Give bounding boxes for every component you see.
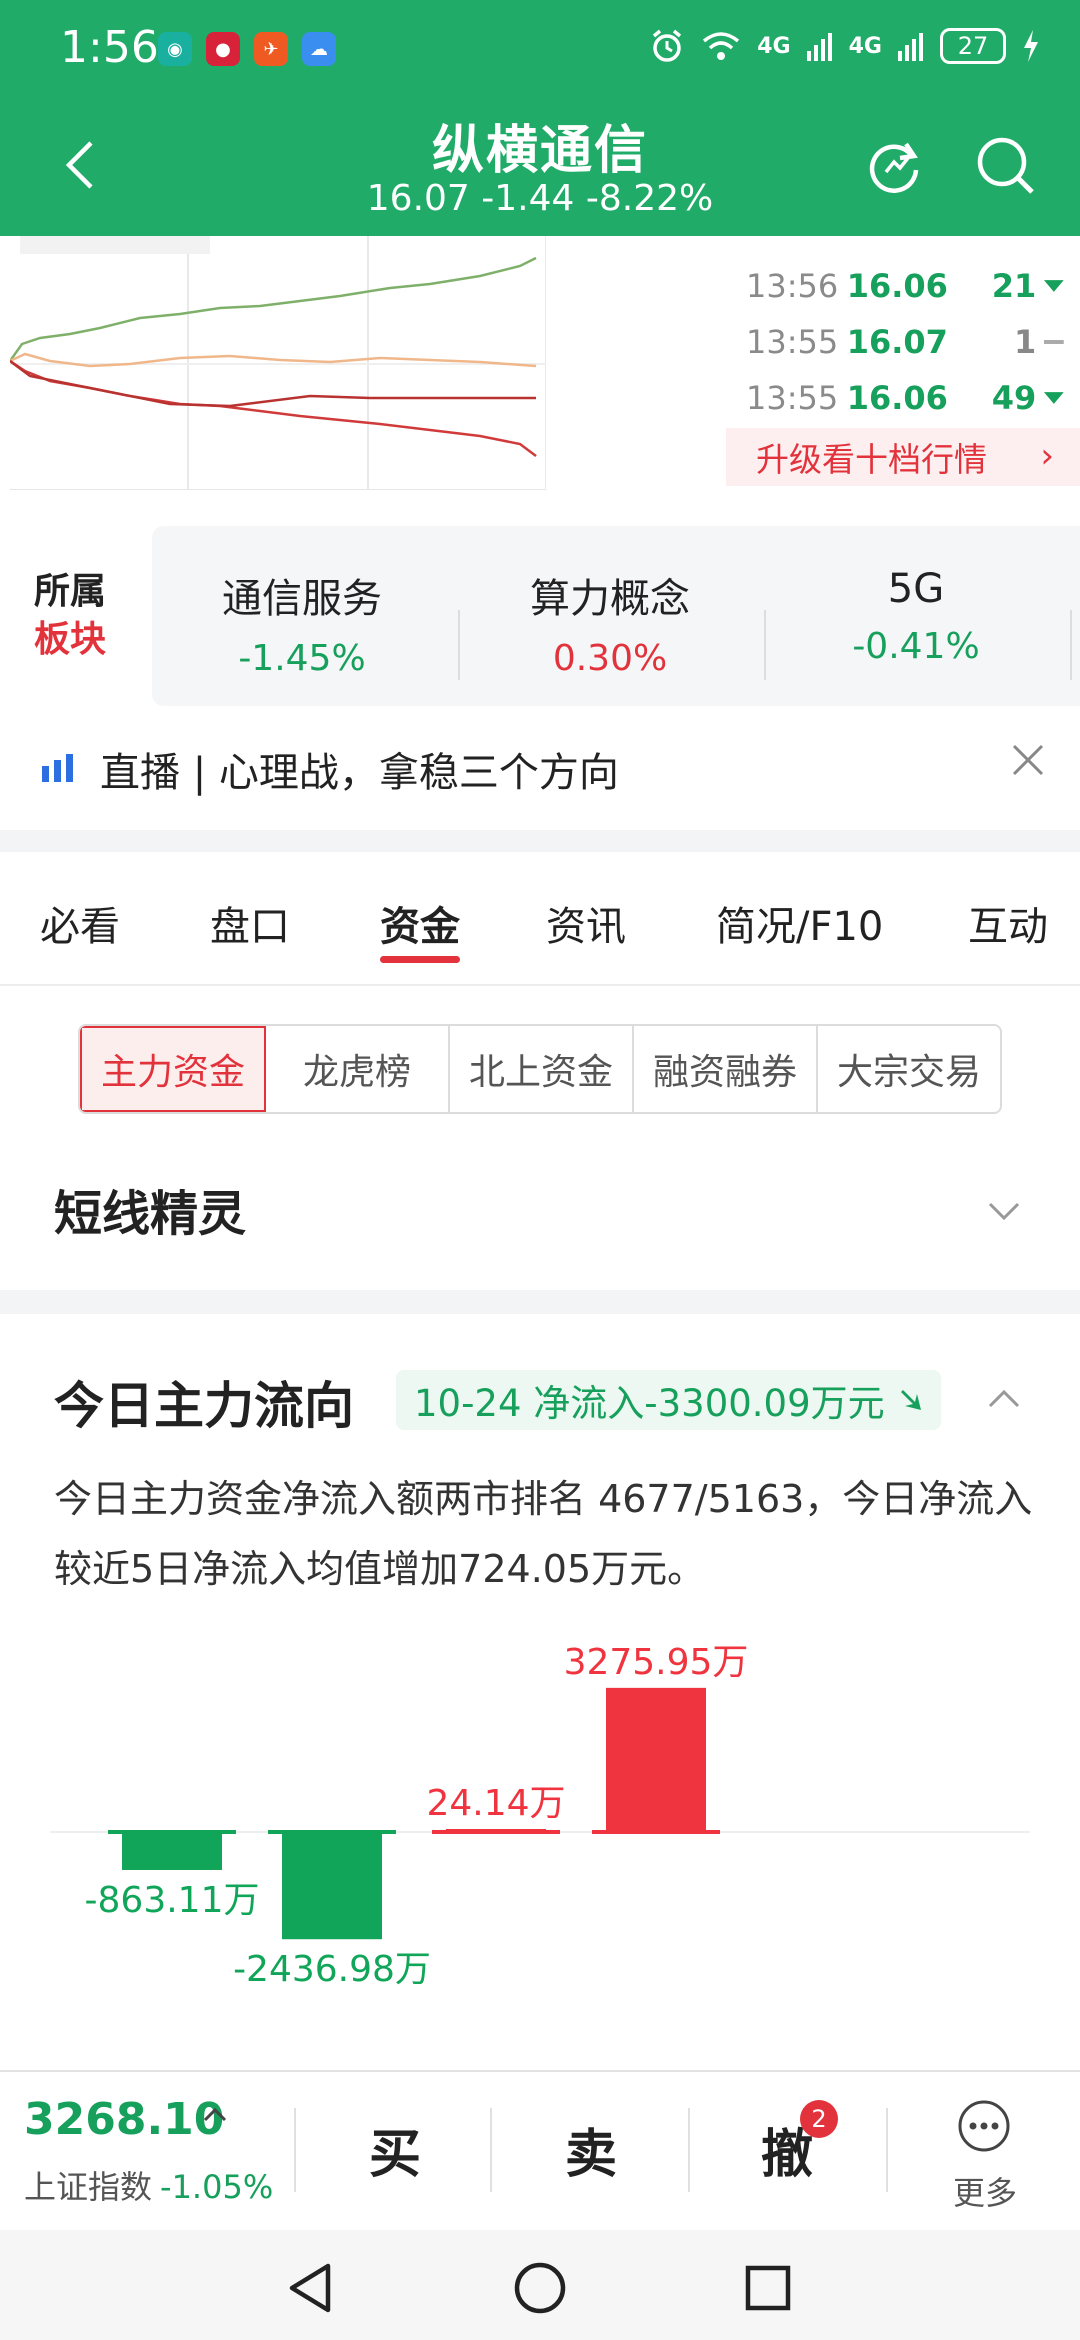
alarm-icon [653,29,682,62]
sector-item-telecom[interactable]: 通信服务 -1.45% [152,566,452,679]
down-triangle-icon [1044,280,1065,292]
tab-interact[interactable]: 互动 [968,894,1048,952]
signal-icon-1 [806,33,832,61]
flow-bar [282,1832,382,1940]
index-pct: -1.05% [160,2168,274,2206]
tick-row: 13:55 16.06 49 [746,370,1066,426]
cancel-order-button[interactable]: 撤 [692,2112,882,2187]
divider [294,2108,296,2192]
down-arrow-icon [900,1390,921,1410]
down-triangle-icon [1044,392,1065,404]
flow-bar [606,1687,706,1832]
nav-back-icon[interactable] [282,2258,342,2318]
sector-label: 所属 板块 [34,571,107,660]
main-tabs: 必看 盘口 资金 资讯 简况/F10 互动 [0,852,1080,986]
tab-order-book[interactable]: 盘口 [210,894,290,952]
subtab-northbound[interactable]: 北上资金 [450,1026,634,1112]
nav-home-icon[interactable] [510,2258,570,2318]
charging-icon [1024,30,1038,62]
bottom-trade-bar: 3268.10 上证指数 -1.05% 买 卖 撤 2 更多 [0,2070,1080,2230]
tab-funds[interactable]: 资金 [380,894,460,952]
main-flow-bar-chart: -863.11万 -2436.98万 24.14万 3275.95万 [50,1642,1030,1990]
fund-flow-mini-chart [10,236,546,490]
subtab-margin[interactable]: 融资融券 [634,1026,818,1112]
tab-must-see[interactable]: 必看 [40,894,120,952]
system-icons: 4G 4G 27 [649,28,1040,64]
close-icon[interactable] [1008,740,1048,780]
cancel-badge: 2 [800,2100,838,2138]
shortline-section[interactable]: 短线精灵 [0,1140,1080,1290]
intraday-section: 13:56 16.06 21 13:55 16.07 1 13:55 16.06… [0,236,1080,490]
tick-row: 13:56 16.06 21 [746,258,1066,314]
buy-button[interactable]: 买 [300,2112,490,2187]
divider [886,2108,888,2192]
sector-item-computing[interactable]: 算力概念 0.30% [460,566,760,679]
bar-value-label: 24.14万 [426,1783,565,1824]
bar-value-label: -2436.98万 [233,1949,431,1990]
bar-value-label: 3275.95万 [564,1642,749,1683]
video-notification-icon: ● [206,32,240,66]
nav-recents-icon[interactable] [738,2258,798,2318]
chevron-down-icon[interactable] [984,1190,1024,1230]
flow-title: 今日主力流向 [54,1377,354,1435]
flat-dash-icon [1044,340,1065,344]
network-type-2: 4G [848,33,882,59]
status-time: 1:56 [60,22,159,73]
sector-item-5g[interactable]: 5G -0.41% [766,566,1066,667]
sector-section: 所属 板块 通信服务 -1.45% 算力概念 0.30% 5G -0.41% [0,490,1080,720]
net-inflow-pill: 10-24 净流入-3300.09万元 [396,1370,941,1430]
tick-row: 13:55 16.07 1 [746,314,1066,370]
flow-description: 今日主力资金净流入额两市排名 4677/5163，今日净流入较近5日净流入均值增… [54,1477,1033,1591]
live-banner[interactable]: 直播 | 心理战，拿稳三个方向 [0,720,1080,830]
index-value[interactable]: 3268.10 [24,2094,224,2145]
subtab-block-trade[interactable]: 大宗交易 [818,1026,1000,1112]
subtab-dragon-tiger[interactable]: 龙虎榜 [266,1026,450,1112]
chevron-right-icon: › [1040,436,1054,476]
shortline-title: 短线精灵 [54,1186,247,1242]
refresh-button[interactable] [862,134,926,198]
search-button[interactable] [974,134,1038,198]
signal-icon-2 [898,33,923,61]
section-separator [0,830,1080,852]
fund-subtabs: 主力资金 龙虎榜 北上资金 融资融券 大宗交易 [78,1024,1002,1114]
index-name[interactable]: 上证指数 -1.05% [24,2162,273,2208]
search-icon [977,137,1034,194]
app-notification-icon: ◉ [158,32,192,66]
divider [490,2108,492,2192]
notification-icons: ◉ ● ✈ ☁ [158,32,336,66]
section-separator [0,1290,1080,1314]
system-nav-bar [0,2230,1080,2340]
message-notification-icon: ✈ [254,32,288,66]
title-row: 纵横通信 16.07 -1.44 -8.22% [0,100,1080,236]
more-dots-icon [958,2100,1010,2152]
refresh-icon [869,142,919,193]
more-button[interactable]: 更多 [930,2098,1040,2218]
divider [688,2108,690,2192]
flow-bar [122,1832,222,1870]
battery-icon: 27 [940,28,1006,64]
live-bars-icon [42,754,73,782]
today-flow-section: 今日主力流向 10-24 净流入-3300.09万元 今日主力资金净流入额两市排… [0,1314,1080,2074]
status-bar: 1:56 ◉ ● ✈ ☁ 4G 4G 27 [0,0,1080,100]
divider [1070,610,1072,680]
network-type-1: 4G [757,33,791,59]
sell-button[interactable]: 卖 [496,2112,686,2187]
tab-news[interactable]: 资讯 [546,894,626,952]
live-text: 直播 | 心理战，拿稳三个方向 [100,750,619,796]
active-tab-indicator [380,956,460,963]
flow-bar [446,1829,546,1832]
upgrade-ten-level-button[interactable]: 升级看十档行情 › [726,428,1080,486]
chevron-up-icon[interactable] [984,1380,1024,1420]
wifi-icon [703,32,740,60]
subtab-main-funds[interactable]: 主力资金 [80,1026,266,1112]
bar-value-label: -863.11万 [85,1880,260,1921]
tab-f10[interactable]: 简况/F10 [716,894,883,952]
sector-panel: 通信服务 -1.45% 算力概念 0.30% 5G -0.41% [152,526,1080,706]
app-header: 1:56 ◉ ● ✈ ☁ 4G 4G 27 纵横通信 16.07 -1.44 -… [0,0,1080,236]
chevron-up-icon [203,2107,227,2122]
weather-notification-icon: ☁ [302,32,336,66]
